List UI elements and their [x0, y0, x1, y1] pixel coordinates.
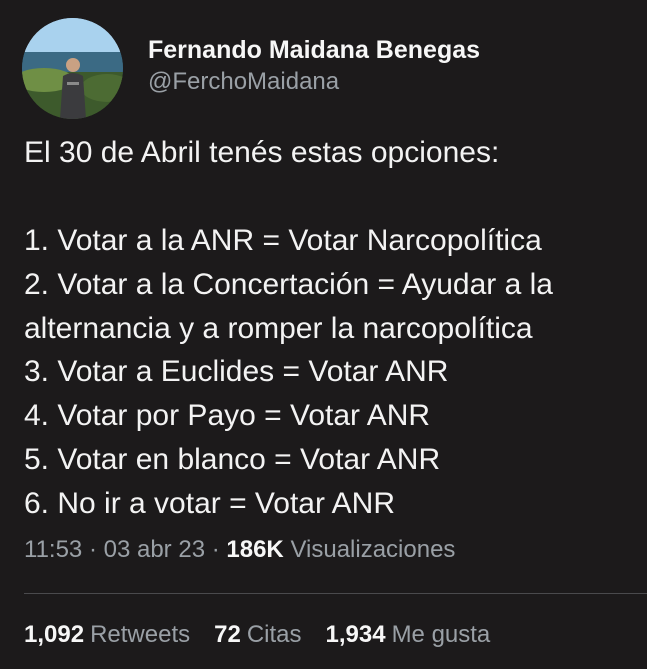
tweet-line: 6. No ir a votar = Votar ANR — [24, 487, 396, 521]
likes-stat[interactable]: 1,934 Me gusta — [326, 621, 491, 649]
divider — [24, 593, 647, 594]
meta-separator: · — [88, 536, 97, 563]
likes-count: 1,934 — [325, 621, 386, 648]
quotes-stat[interactable]: 72 Citas — [214, 621, 301, 649]
retweets-stat[interactable]: 1,092 Retweets — [24, 621, 190, 649]
likes-label: Me gusta — [391, 621, 491, 648]
retweets-count: 1,092 — [24, 621, 85, 648]
tweet-time[interactable]: 11:53 — [24, 536, 82, 563]
tweet-card: Fernando Maidana Benegas @FerchoMaidana … — [0, 0, 647, 669]
tweet-line: El 30 de Abril tenés estas opciones: — [24, 136, 500, 169]
avatar-photo — [22, 18, 123, 119]
retweets-label: Retweets — [90, 621, 191, 648]
tweet-header: Fernando Maidana Benegas @FerchoMaidana — [22, 18, 480, 119]
views-count[interactable]: 186K — [226, 536, 283, 563]
tweet-line: 4. Votar por Payo = Votar ANR — [24, 399, 431, 433]
meta-separator: · — [211, 536, 220, 563]
tweet-date[interactable]: 03 abr 23 — [104, 536, 205, 563]
author-handle[interactable]: @FerchoMaidana — [148, 66, 480, 98]
views-label: Visualizaciones — [290, 536, 456, 563]
tweet-meta: 11:53 · 03 abr 23 · 186K Visualizaciones — [24, 536, 455, 564]
tweet-line: 2. Votar a la Concertación = Ayudar a la — [24, 267, 553, 301]
author-display-name[interactable]: Fernando Maidana Benegas — [148, 34, 480, 66]
tweet-line: 3. Votar a Euclides = Votar ANR — [24, 355, 449, 389]
engagement-stats: 1,092 Retweets 72 Citas 1,934 Me gusta — [24, 621, 490, 649]
quotes-label: Citas — [246, 621, 302, 648]
tweet-line: alternancia y a romper la narcopolítica — [24, 311, 533, 345]
tweet-text: El 30 de Abril tenés estas opciones: 1. … — [24, 131, 644, 526]
author-names: Fernando Maidana Benegas @FerchoMaidana — [148, 34, 480, 98]
tweet-line: 1. Votar a la ANR = Votar Narcopolítica — [24, 223, 542, 257]
tweet-line: 5. Votar en blanco = Votar ANR — [24, 443, 441, 477]
quotes-count: 72 — [214, 621, 241, 648]
avatar[interactable] — [22, 18, 123, 119]
